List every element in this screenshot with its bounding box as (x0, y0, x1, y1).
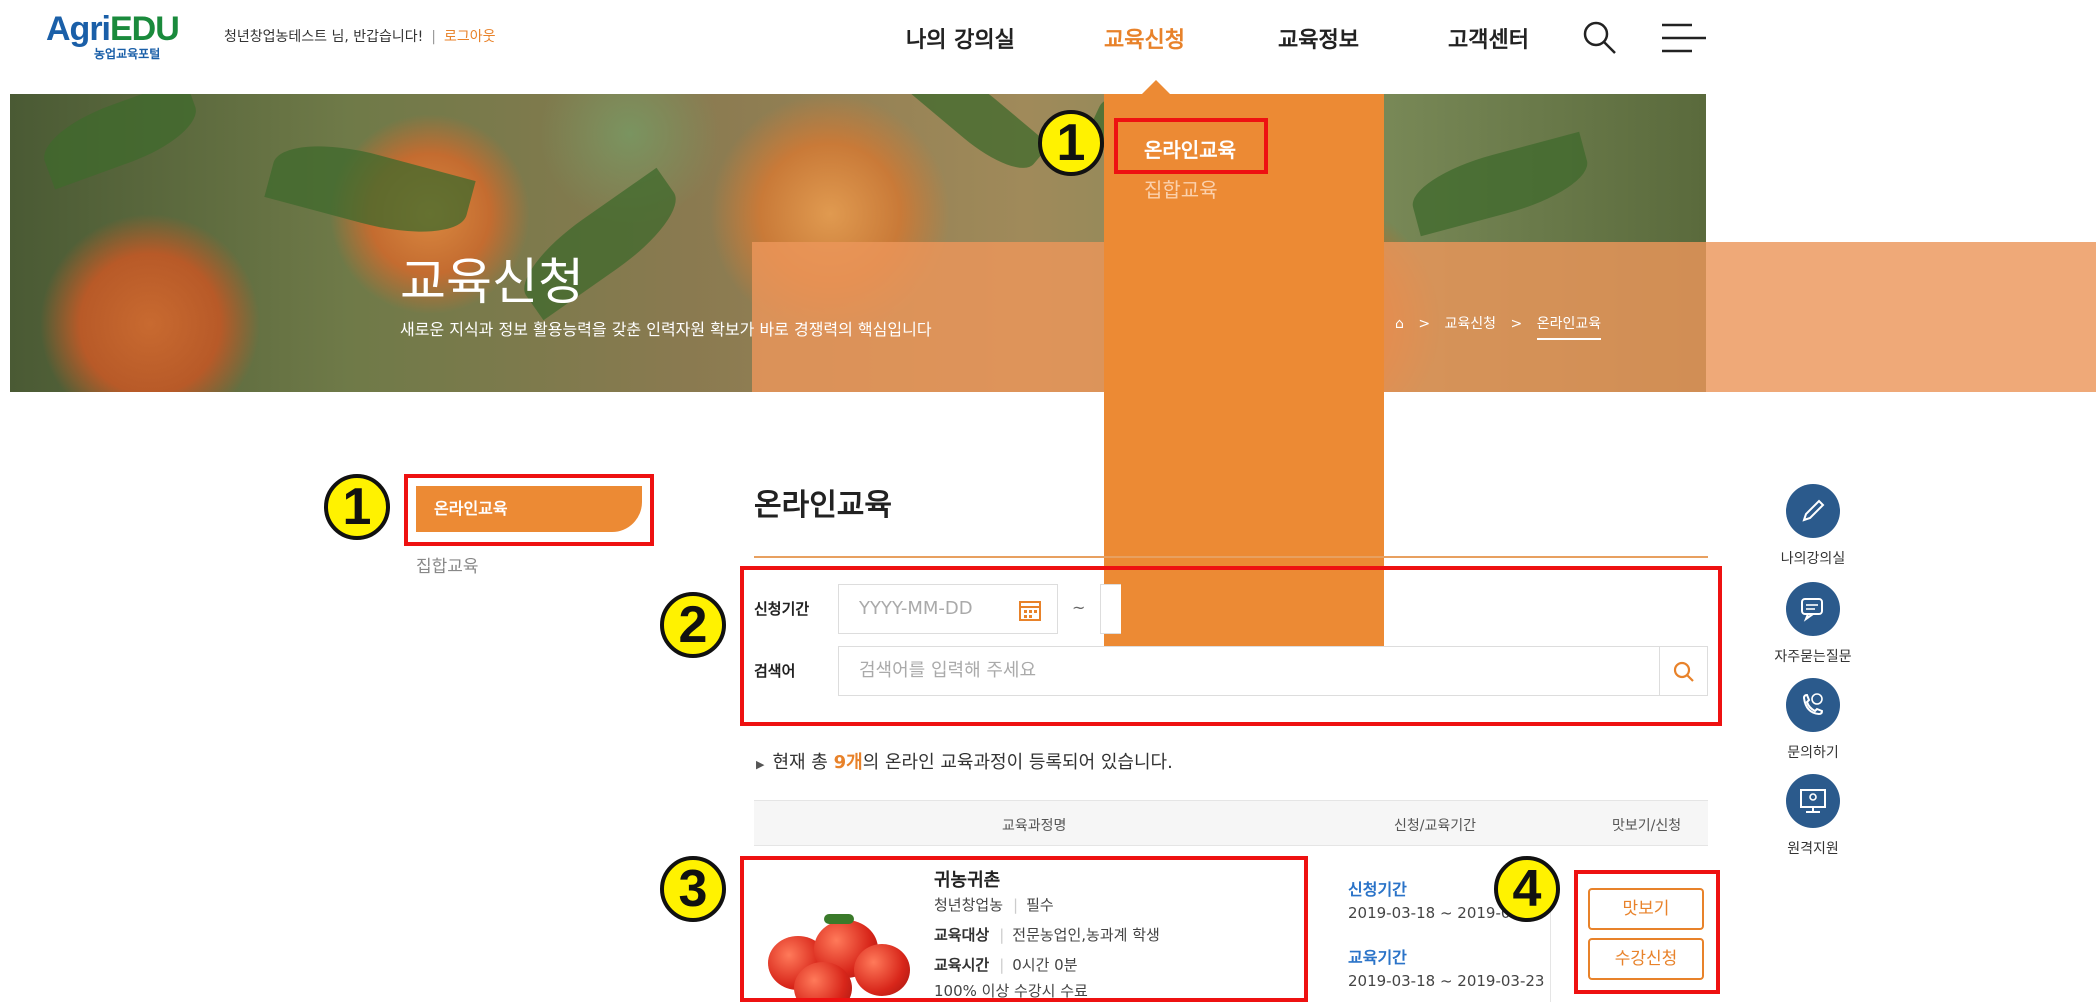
quick-faq-button[interactable] (1786, 582, 1840, 636)
annotation-marker: 3 (660, 856, 726, 922)
home-icon[interactable]: ⌂ (1395, 316, 1404, 332)
header: AgriEDU 농업교육포털 청년창업농테스트 님, 반갑습니다! | 로그아웃 나… (0, 0, 2096, 94)
annotation-box-course (740, 856, 1308, 1002)
quick-label-remote-support: 원격지원 (1787, 841, 1839, 857)
user-greeting-area: 청년창업농테스트 님, 반갑습니다! | 로그아웃 (224, 26, 496, 46)
breadcrumb: ⌂ > 교육신청 > 온라인교육 (1395, 313, 1611, 340)
result-summary: ▶ 현재 총 9개의 온라인 교육과정이 등록되어 있습니다. (756, 748, 1173, 774)
dropdown-arrow (1142, 80, 1170, 94)
logo[interactable]: AgriEDU 농업교육포털 (46, 10, 180, 62)
section-divider (754, 556, 1708, 558)
result-count: 9개 (833, 752, 863, 773)
annotation-box-dropdown (1114, 118, 1268, 174)
result-suffix: 의 온라인 교육과정이 등록되어 있습니다. (862, 752, 1173, 773)
annotation-box-search (740, 566, 1722, 726)
quick-label-faq: 자주묻는질문 (1774, 649, 1852, 665)
chevron-right-icon: > (1510, 316, 1523, 332)
chat-bubble-icon (1801, 598, 1823, 622)
logo-text-edu: EDU (110, 10, 180, 48)
quick-label-my-classroom: 나의강의실 (1780, 551, 1846, 567)
dropdown-item-group[interactable]: 집합교육 (1144, 174, 1218, 203)
logo-text-agri: Agri (46, 10, 111, 48)
nav-education-info[interactable]: 교육정보 (1278, 22, 1359, 54)
annotation-marker: 1 (1038, 110, 1104, 176)
nav-education-apply[interactable]: 교육신청 (1104, 22, 1185, 54)
annotation-marker: 4 (1494, 856, 1560, 922)
phone-icon (1802, 693, 1824, 716)
nav-my-classroom[interactable]: 나의 강의실 (906, 22, 1015, 54)
banner-subtitle: 새로운 지식과 정보 활용능력을 갖춘 인력자원 확보가 바로 경쟁력의 핵심입… (400, 320, 932, 339)
col-actions: 맛보기/신청 (1612, 818, 1682, 834)
edu-period-value: 2019-03-18 ~ 2019-03-23 (1348, 972, 1545, 990)
edu-period-label: 교육기간 (1348, 948, 1407, 967)
annotation-box-sidenav (404, 474, 654, 546)
bullet-icon: ▶ (756, 758, 765, 771)
quick-inquiry-button[interactable] (1786, 678, 1840, 732)
quick-label-inquiry: 문의하기 (1787, 745, 1839, 761)
col-period: 신청/교육기간 (1394, 818, 1476, 834)
nav-customer-center[interactable]: 고객센터 (1448, 22, 1529, 54)
annotation-marker: 2 (660, 592, 726, 658)
annotation-marker: 1 (324, 474, 390, 540)
greeting-separator: | (431, 29, 437, 45)
breadcrumb-item[interactable]: 교육신청 (1445, 316, 1497, 332)
table-header: 교육과정명 신청/교육기간 맛보기/신청 (754, 800, 1708, 846)
banner-title: 교육신청 (400, 253, 584, 311)
search-icon[interactable] (1582, 20, 1618, 56)
breadcrumb-current: 온라인교육 (1536, 316, 1602, 340)
quick-my-classroom-button[interactable] (1786, 484, 1840, 538)
quick-remote-support-button[interactable] (1786, 774, 1840, 828)
apply-period-label: 신청기간 (1348, 880, 1407, 899)
annotation-box-buttons (1574, 870, 1720, 994)
col-course-name: 교육과정명 (1002, 818, 1067, 834)
monitor-icon (1800, 789, 1826, 813)
chevron-right-icon: > (1418, 316, 1431, 332)
pencil-icon (1802, 499, 1825, 522)
hamburger-menu-icon[interactable] (1660, 20, 1708, 56)
logout-link[interactable]: 로그아웃 (444, 29, 496, 45)
user-greeting: 청년창업농테스트 님, 반갑습니다! (224, 29, 424, 45)
side-nav-group[interactable]: 집합교육 (416, 552, 479, 577)
section-title: 온라인교육 (754, 488, 892, 523)
result-prefix: 현재 총 (772, 752, 834, 773)
